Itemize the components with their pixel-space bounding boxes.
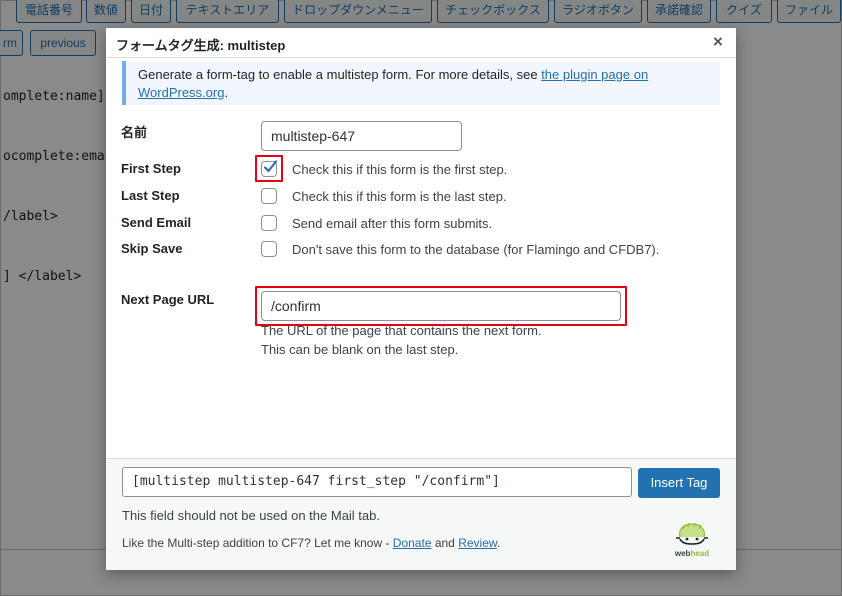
send-email-label: Send Email [121,215,192,230]
skip-save-checkbox[interactable] [261,241,277,257]
send-email-checkbox[interactable] [261,215,277,231]
modal-footer: [multistep multistep-647 first_step "/co… [106,458,736,570]
logo-text-web: web [674,549,691,558]
webhead-logo-icon [676,522,708,545]
logo-text: webhead [668,549,716,558]
first-step-label: First Step [121,161,181,176]
skip-save-description: Don't save this form to the database (fo… [292,242,660,257]
insert-tag-button[interactable]: Insert Tag [638,468,720,498]
last-step-checkbox[interactable] [261,188,277,204]
mail-tab-note: This field should not be used on the Mai… [122,508,380,523]
notice-period: . [224,85,229,100]
donate-link[interactable]: Donate [393,536,432,550]
modal-title-bar: フォームタグ生成: multistep × [106,28,736,58]
help-line: This can be blank on the last step. [261,342,459,357]
name-input[interactable]: multistep-647 [261,121,462,151]
close-icon[interactable]: × [708,32,728,52]
tag-generator-modal: フォームタグ生成: multistep × Generate a form-ta… [106,28,736,570]
notice-text: Generate a form-tag to enable a multiste… [138,67,542,82]
credit-text: Like the Multi-step addition to CF7? Let… [122,536,500,550]
last-step-description: Check this if this form is the last step… [292,189,507,204]
next-page-url-label: Next Page URL [121,292,215,307]
modal-title: フォームタグ生成: multistep [116,38,286,53]
send-email-description: Send email after this form submits. [292,216,493,231]
first-step-description: Check this if this form is the first ste… [292,162,508,177]
last-step-label: Last Step [121,188,180,203]
help-line: The URL of the page that contains the ne… [261,323,542,338]
first-step-highlight [255,155,283,182]
skip-save-label: Skip Save [121,241,183,256]
review-link[interactable]: Review [458,536,497,550]
credit-prefix: Like the Multi-step addition to CF7? Let… [122,536,393,550]
tag-output-field[interactable]: [multistep multistep-647 first_step "/co… [122,467,632,497]
webhead-logo[interactable]: webhead [668,521,716,561]
logo-text-head: head [690,549,710,558]
credit-suffix: . [496,536,501,550]
info-notice: Generate a form-tag to enable a multiste… [122,61,720,105]
next-page-url-help: The URL of the page that contains the ne… [261,321,542,359]
credit-and: and [431,536,459,550]
name-label: 名前 [121,125,148,140]
next-page-url-highlight [255,286,627,326]
